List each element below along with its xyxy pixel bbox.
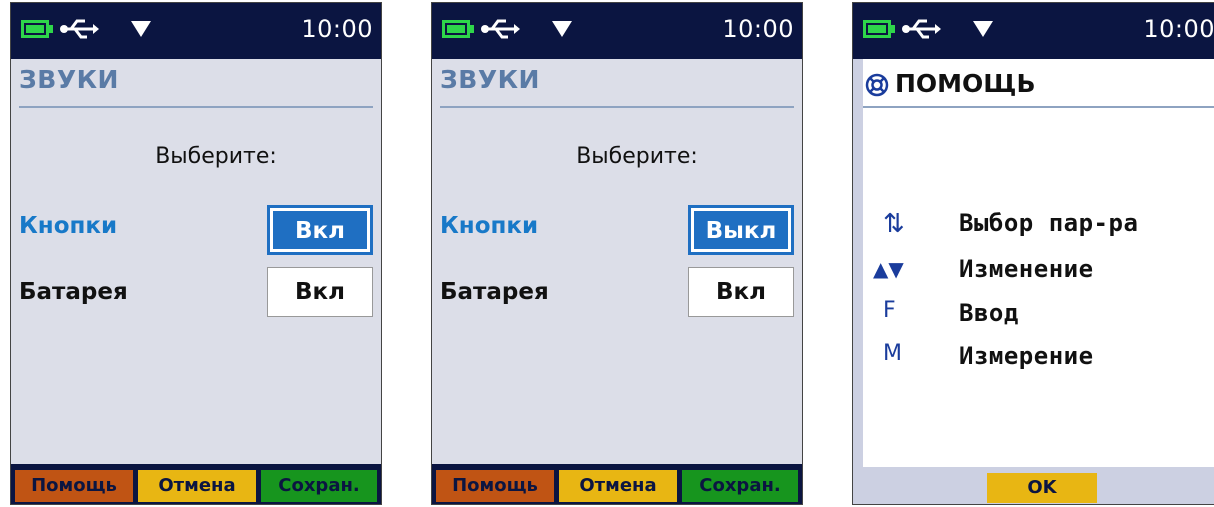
help-item-select: Выбор пар-ра	[959, 209, 1139, 237]
usb-icon	[902, 19, 941, 39]
help-button[interactable]: Помощь	[436, 470, 554, 502]
save-button[interactable]: Сохран.	[682, 470, 798, 502]
status-bar: 10:00	[432, 3, 802, 59]
buttons-sound-toggle[interactable]: Выкл	[688, 205, 794, 255]
softkey-bar: Помощь Отмена Сохран.	[432, 464, 802, 504]
status-bar: 10:00	[11, 3, 381, 59]
prompt-text: Выберите:	[155, 144, 277, 169]
up-down-triangles-icon: ▲▼	[873, 257, 904, 281]
help-screen: 10:00 ПОМОЩЬ ⇅ Выбор пар-ра ▲▼ Изменение…	[852, 2, 1214, 505]
help-button[interactable]: Помощь	[15, 470, 133, 502]
sounds-screen-1: 10:00 ЗВУКИ Выберите: Кнопки Вкл Батарея…	[10, 2, 382, 505]
usb-icon	[481, 19, 520, 39]
sounds-screen-2: 10:00 ЗВУКИ Выберите: Кнопки Выкл Батаре…	[431, 2, 803, 505]
buttons-sound-toggle[interactable]: Вкл	[267, 205, 373, 255]
battery-icon	[863, 20, 891, 38]
signal-icon	[131, 21, 151, 37]
battery-sound-toggle[interactable]: Вкл	[688, 267, 794, 317]
save-button[interactable]: Сохран.	[261, 470, 377, 502]
page-title: ПОМОЩЬ	[895, 69, 1036, 98]
page-title: ЗВУКИ	[440, 65, 540, 94]
status-bar: 10:00	[853, 3, 1214, 59]
battery-sound-toggle[interactable]: Вкл	[267, 267, 373, 317]
title-divider	[440, 106, 794, 108]
ok-button[interactable]: OK	[987, 473, 1097, 503]
signal-icon	[973, 21, 993, 37]
help-item-change: Изменение	[959, 255, 1094, 283]
title-divider	[19, 106, 373, 108]
prompt-text: Выберите:	[576, 144, 698, 169]
softkey-bar: Помощь Отмена Сохран.	[11, 464, 381, 504]
clock: 10:00	[301, 15, 373, 43]
buttons-label: Кнопки	[440, 213, 539, 239]
battery-icon	[442, 20, 470, 38]
page-title: ЗВУКИ	[19, 65, 119, 94]
lifebuoy-icon	[865, 73, 889, 97]
battery-label: Батарея	[440, 279, 549, 305]
battery-icon	[21, 20, 49, 38]
title-divider	[863, 106, 1214, 108]
updown-arrows-icon: ⇅	[883, 209, 905, 239]
help-item-enter: Ввод	[959, 299, 1019, 327]
f-key-icon: F	[883, 298, 896, 323]
cancel-button[interactable]: Отмена	[138, 470, 256, 502]
help-item-measure: Измерение	[959, 342, 1094, 370]
buttons-label: Кнопки	[19, 213, 118, 239]
usb-icon	[60, 19, 99, 39]
battery-label: Батарея	[19, 279, 128, 305]
clock: 10:00	[1143, 15, 1214, 43]
m-key-icon: M	[883, 341, 902, 366]
cancel-button[interactable]: Отмена	[559, 470, 677, 502]
signal-icon	[552, 21, 572, 37]
clock: 10:00	[722, 15, 794, 43]
